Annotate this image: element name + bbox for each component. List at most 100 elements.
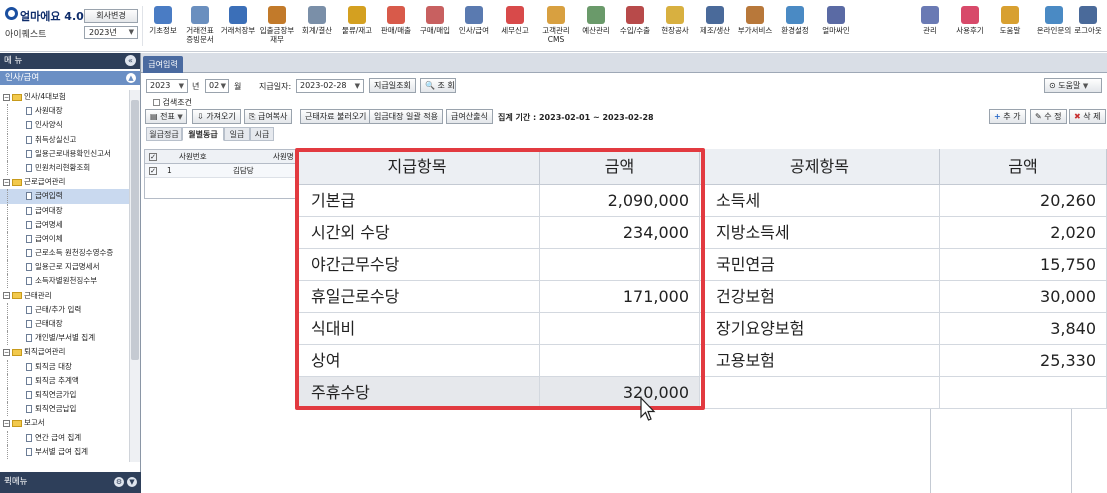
toolbar-item-customer[interactable]: 고객관리 CMS [537,4,575,50]
year-select[interactable]: 2023년 ▼ [84,26,138,39]
subtab-2[interactable]: 일급 [224,127,250,141]
toolbar-item-hr[interactable]: 인사/급여 [455,4,493,50]
deduction-amount-cell[interactable]: 30,000 [940,281,1107,313]
collapse-toggle-icon[interactable]: − [3,292,10,300]
tree-item[interactable]: 일용근로 지급명세서 [0,260,129,275]
tree-folder[interactable]: − 인사/4대보험 [0,90,129,104]
header-pay-item[interactable]: 지급항목 [295,149,540,185]
pay-amount-cell[interactable]: 234,000 [540,217,700,249]
deduction-amount-cell[interactable] [940,377,1107,409]
subtab-1[interactable]: 월별동급 [182,127,224,141]
chevron-up-icon[interactable]: ▲ [126,73,136,83]
header-deduction-amount[interactable]: 금액 [940,149,1107,185]
pay-amount-cell[interactable]: 171,000 [540,281,700,313]
toolbar-item-logistics[interactable]: 물류/재고 [338,4,376,50]
tree-item[interactable]: 급여입력 [0,189,129,204]
edit-button[interactable]: ✎ 수 정 [1030,109,1067,124]
collapse-toggle-icon[interactable]: − [3,178,10,186]
toolbar-item-online-inquiry[interactable]: 온라인문의 [1035,4,1073,50]
toolbar-item-sales[interactable]: 판매/매출 [377,4,415,50]
pay-amount-cell[interactable] [540,249,700,281]
month-dropdown[interactable]: 02 ▼ [205,79,229,93]
deduction-item-cell[interactable]: 지방소득세 [700,217,940,249]
help-dropdown[interactable]: ⊙ 도움말 ▼ [1044,78,1102,93]
toolbar-item-logout[interactable]: 로그아웃 [1071,4,1105,50]
deduction-item-cell[interactable]: 건강보험 [700,281,940,313]
voucher-dropdown[interactable]: ▤ 전표 ▼ [145,109,187,124]
deduction-item-cell[interactable] [700,377,940,409]
tree-item[interactable]: 급여명세 [0,217,129,232]
pay-item-cell[interactable]: 주휴수당 [295,377,540,409]
tree-item[interactable]: 급여대장 [0,203,129,218]
tree-item[interactable]: 개인별/부서별 집계 [0,331,129,346]
menu-section-header[interactable]: 인사/급여 ▲ [0,71,140,85]
deduction-amount-cell[interactable]: 15,750 [940,249,1107,281]
checkbox-icon[interactable] [153,99,160,106]
pay-amount-cell[interactable]: 2,090,000 [540,185,700,217]
tree-item[interactable]: 퇴직금 추계액 [0,373,129,388]
toolbar-item-settings[interactable]: 환경설정 [776,4,814,50]
header-deduction-item[interactable]: 공제항목 [700,149,940,185]
toolbar-item-help[interactable]: 도움말 [991,4,1029,50]
collapse-icon[interactable]: « [125,55,136,66]
toolbar-item-voucher[interactable]: 거래전표 증빙문서 [181,4,219,50]
pay-item-cell[interactable]: 휴일근로수당 [295,281,540,313]
tree-item[interactable]: 퇴직연금납입 [0,402,129,417]
toolbar-item-cash-book[interactable]: 입출금장부 재무 [258,4,296,50]
pay-amount-cell[interactable]: 320,000 [540,377,700,409]
deduction-amount-cell[interactable]: 20,260 [940,185,1107,217]
tree-folder[interactable]: − 보고서 [0,416,129,430]
toolbar-item-accounting[interactable]: 회계/결산 [298,4,336,50]
subtab-0[interactable]: 월급정급 [146,127,182,141]
toolbar-item-trade[interactable]: 수입/수출 [616,4,654,50]
toolbar-item-budget[interactable]: 예산관리 [577,4,615,50]
load-attendance-button[interactable]: 근태자료 불러오기 [300,109,372,124]
tree-folder[interactable]: − 퇴직급여관리 [0,345,129,359]
toolbar-item-sign[interactable]: 얼마싸인 [817,4,855,50]
tree-item[interactable]: 급여이체 [0,231,129,246]
deduction-item-cell[interactable]: 고용보험 [700,345,940,377]
row-checkbox[interactable]: ✓ [149,167,157,175]
subtab-3[interactable]: 시급 [250,127,274,141]
scroll-thumb[interactable] [131,100,139,360]
pay-item-cell[interactable]: 야간근무수당 [295,249,540,281]
company-change-button[interactable]: 회사변경 [84,9,138,23]
deduction-amount-cell[interactable]: 2,020 [940,217,1107,249]
search-button[interactable]: 🔍 조 회 [420,78,456,93]
column-header-employee-no[interactable]: 사원번호 [179,150,207,164]
pay-item-cell[interactable]: 상여 [295,345,540,377]
tree-item[interactable]: 인사양식 [0,118,129,133]
tree-folder[interactable]: − 근로급여관리 [0,175,129,189]
tab-pay-input[interactable]: 급여입력 [143,56,183,73]
header-pay-amount[interactable]: 금액 [540,149,700,185]
copy-pay-button[interactable]: ⎘ 급여복사 [244,109,293,124]
tree-item[interactable]: 연간 급여 집계 [0,430,129,445]
toolbar-item-tax[interactable]: 세무신고 [496,4,534,50]
tree-item[interactable]: 퇴직연금가입 [0,387,129,402]
pay-item-cell[interactable]: 기본급 [295,185,540,217]
deduction-item-cell[interactable]: 장기요양보험 [700,313,940,345]
toolbar-item-purchase[interactable]: 구매/매입 [416,4,454,50]
toolbar-item-ledger[interactable]: 기초정보 [144,4,182,50]
table-row[interactable]: ✓ 1 김담당 [145,164,295,178]
year-dropdown[interactable]: 2023 ▼ [146,79,188,93]
toolbar-item-review[interactable]: 사용후기 [951,4,989,50]
tree-item[interactable]: 부서별 급여 집계 [0,444,129,459]
collapse-toggle-icon[interactable]: − [3,348,10,356]
pay-item-cell[interactable]: 식대비 [295,313,540,345]
search-condition-toggle[interactable]: 검색조건 [153,97,192,108]
toolbar-item-book[interactable]: 거래처장부 [219,4,257,50]
pay-amount-cell[interactable] [540,345,700,377]
quick-menu-bar[interactable]: 퀵메뉴 ⚙ ▼ [0,472,141,493]
apply-wage-ledger-button[interactable]: 임금대장 일괄 적용 [369,109,443,124]
calc-pay-button[interactable]: 급여산출식 [446,109,493,124]
header-checkbox[interactable]: ✓ [149,153,157,161]
tree-folder[interactable]: − 근태관리 [0,289,129,303]
collapse-toggle-icon[interactable]: − [3,93,10,101]
pay-date-lookup-button[interactable]: 지급일조회 [369,78,416,93]
tree-item[interactable]: 근태대장 [0,317,129,331]
delete-button[interactable]: ✖ 삭 제 [1069,109,1106,124]
toolbar-item-factory[interactable]: 제조/생산 [696,4,734,50]
pay-item-cell[interactable]: 시간외 수당 [295,217,540,249]
pay-amount-cell[interactable] [540,313,700,345]
